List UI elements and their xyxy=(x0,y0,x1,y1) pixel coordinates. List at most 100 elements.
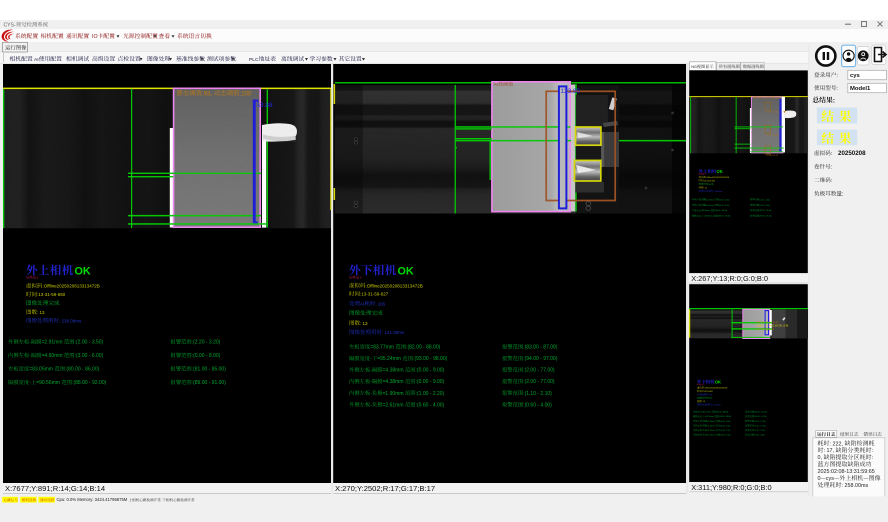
svg-text:=4.60mm: =4.60mm xyxy=(42,353,64,359)
svg-text:2025:02:08-13:31:59:65: 2025:02:08-13:31:59:65 xyxy=(818,469,875,475)
svg-text:=83.77mm: =83.77mm xyxy=(370,345,395,351)
svg-text::(2.00 - 77.00): :(2.00 - 77.00) xyxy=(754,421,766,423)
svg-text:: 13: : 13 xyxy=(702,401,705,403)
svg-text::(80.00 - 86.00): :(80.00 - 86.00) xyxy=(715,210,728,212)
svg-text:: 13: : 13 xyxy=(37,310,45,315)
svg-text:OK: OK xyxy=(717,169,723,174)
svg-text::(0.00 - 9.00): :(0.00 - 9.00) xyxy=(416,368,445,374)
svg-text:cys: cys xyxy=(826,476,834,482)
svg-text::(89.00 - 91.00): :(89.00 - 91.00) xyxy=(192,380,227,386)
svg-text:: 258.00ms: : 258.00ms xyxy=(842,483,869,489)
svg-text::0: :0 xyxy=(703,384,704,386)
svg-text:: 238.00ms: : 238.00ms xyxy=(59,318,82,323)
svg-text:0: 0 xyxy=(818,476,821,482)
svg-text::(0.60 - 4.00): :(0.60 - 4.00) xyxy=(523,402,552,408)
svg-text:: 13: : 13 xyxy=(704,187,707,189)
svg-text:Model1: Model1 xyxy=(850,86,871,92)
svg-text:OK: OK xyxy=(715,379,721,384)
svg-text:12.98 OK:12: 12.98 OK:12 xyxy=(767,155,780,157)
svg-text::(82.00 - 88.00): :(82.00 - 88.00) xyxy=(406,345,441,351)
svg-text:X:311;Y:980;R:0;G:0;B:0: X:311;Y:980;R:0;G:0;B:0 xyxy=(691,483,771,492)
svg-text::Offline2025020813313472B: :Offline2025020813313472B xyxy=(366,283,423,288)
svg-text:=1.90mm: =1.90mm xyxy=(383,391,405,397)
svg-text:OK: OK xyxy=(398,266,414,278)
svg-text::13-31-59-627: :13-31-59-627 xyxy=(360,292,389,297)
svg-text:=83.05mm: =83.05mm xyxy=(701,210,710,212)
svg-text::Offline2025020813313472B: :Offline2025020813313472B xyxy=(704,388,728,390)
svg-text:: 165: : 165 xyxy=(375,301,386,306)
svg-text::(80.00 - 86.00): :(80.00 - 86.00) xyxy=(65,367,100,373)
svg-text::(1.10 - 2.10): :(1.10 - 2.10) xyxy=(523,391,552,397)
svg-text:=83.05mm: =83.05mm xyxy=(29,367,54,373)
svg-text::(1.00 - 2.20): :(1.00 - 2.20) xyxy=(416,391,445,397)
svg-text:=90.56mm: =90.56mm xyxy=(704,216,713,218)
svg-text:AI: AI xyxy=(34,57,39,63)
svg-text::(3.00 - 6.00): :(3.00 - 6.00) xyxy=(719,205,730,207)
svg-text::: : xyxy=(833,97,835,104)
svg-text:: 17,: : 17, xyxy=(824,448,836,454)
svg-text:NG: NG xyxy=(26,275,30,279)
svg-text:=95.24mm: =95.24mm xyxy=(377,356,402,362)
svg-text::(88.00 - 92.00): :(88.00 - 92.00) xyxy=(72,380,107,386)
svg-text::(82.00 - 88.00): :(82.00 - 88.00) xyxy=(716,412,729,414)
svg-text::(2.00 - 77.00): :(2.00 - 77.00) xyxy=(523,379,555,385)
svg-text::(81.00 - 85.00): :(81.00 - 85.00) xyxy=(759,210,772,212)
svg-text:=2.61mm: =2.61mm xyxy=(383,402,405,408)
svg-text::Offline2025020813313472B: :Offline2025020813313472B xyxy=(706,177,730,179)
svg-text::: : xyxy=(872,455,874,461)
svg-text::(94.00 - 97.00): :(94.00 - 97.00) xyxy=(523,356,558,362)
svg-text:0,: 0, xyxy=(818,455,824,461)
svg-text::(0.60 - 4.00): :(0.60 - 4.00) xyxy=(754,435,765,437)
svg-text:CYS-: CYS- xyxy=(4,22,16,28)
svg-text::(1.00 - 2.20): :(1.00 - 2.20) xyxy=(720,430,731,432)
svg-text:=4.38mm: =4.38mm xyxy=(383,379,405,385)
svg-text:=4.38mm: =4.38mm xyxy=(707,421,715,423)
svg-text::(2.00 - 77.00): :(2.00 - 77.00) xyxy=(754,425,766,427)
svg-text:: 13: : 13 xyxy=(360,321,368,326)
svg-text:cys: cys xyxy=(850,73,861,79)
svg-text:IO: IO xyxy=(92,34,97,40)
svg-text::1: :1 xyxy=(705,174,706,176)
svg-text::(2.00 - 3.50): :(2.00 - 3.50) xyxy=(719,199,730,201)
svg-text::(88.00 - 92.00): :(88.00 - 92.00) xyxy=(718,216,731,218)
svg-text::(0.00 - 9.00): :(0.00 - 9.00) xyxy=(416,379,445,385)
svg-text:=2.91mm: =2.91mm xyxy=(706,199,714,201)
svg-text:X:7677;Y:891;R:14;G:14;B:14: X:7677;Y:891;R:14;G:14;B:14 xyxy=(5,484,105,493)
svg-text::(83.00 - 87.00): :(83.00 - 87.00) xyxy=(523,345,558,351)
svg-text:=4.60mm: =4.60mm xyxy=(706,205,714,207)
svg-text::(83.00 - 87.00): :(83.00 - 87.00) xyxy=(754,412,767,414)
svg-text:=4.38mm: =4.38mm xyxy=(383,368,405,374)
svg-text:20250208: 20250208 xyxy=(838,150,866,157)
svg-text::13-31-59-650: :13-31-59-650 xyxy=(37,292,66,297)
svg-text:=2.91mm: =2.91mm xyxy=(42,340,64,346)
svg-text::(93.00 - 98.00): :(93.00 - 98.00) xyxy=(413,356,448,362)
svg-text::(81.00 - 85.00): :(81.00 - 85.00) xyxy=(192,367,227,373)
svg-text::(0.00 - 9.00): :(0.00 - 9.00) xyxy=(720,421,731,423)
svg-text::(2.20 - 3.20): :(2.20 - 3.20) xyxy=(759,199,770,201)
svg-text:AI: AI xyxy=(360,301,364,306)
svg-text::(0.60 - 4.00): :(0.60 - 4.00) xyxy=(720,435,731,437)
svg-text::: : xyxy=(872,448,874,454)
svg-text:=83.77mm: =83.77mm xyxy=(702,412,711,414)
svg-text:=4.38mm: =4.38mm xyxy=(707,425,715,427)
svg-text::(0.00 - 8.00): :(0.00 - 8.00) xyxy=(759,205,770,207)
svg-text::(2.20 - 3.20): :(2.20 - 3.20) xyxy=(192,340,221,346)
svg-text::Offline2025020813313472B: :Offline2025020813313472B xyxy=(43,284,100,289)
svg-text::(0.60 - 4.00): :(0.60 - 4.00) xyxy=(416,402,445,408)
svg-text:PLC: PLC xyxy=(249,57,259,63)
svg-text::13-31-59-650: :13-31-59-650 xyxy=(704,180,715,182)
svg-text:OK: OK xyxy=(75,266,91,278)
svg-text::13-31-59-627: :13-31-59-627 xyxy=(702,391,713,393)
svg-text:: 141.00ms: : 141.00ms xyxy=(712,405,721,407)
svg-text::(94.00 - 97.00): :(94.00 - 97.00) xyxy=(754,416,767,418)
svg-text:: 141.00ms: : 141.00ms xyxy=(382,330,405,335)
svg-text::(2.00 - 3.50): :(2.00 - 3.50) xyxy=(75,340,104,346)
svg-text:X:267;Y:13;R:0;G:0;B:0: X:267;Y:13;R:0;G:0;B:0 xyxy=(691,274,768,283)
svg-text::(1.10 - 2.10): :(1.10 - 2.10) xyxy=(754,430,765,432)
svg-text:NG: NG xyxy=(349,275,353,279)
svg-text:=90.56mm: =90.56mm xyxy=(36,380,61,386)
svg-text::(0.00 - 8.00): :(0.00 - 8.00) xyxy=(192,353,221,359)
svg-text::(0.00 - 9.00): :(0.00 - 9.00) xyxy=(720,425,731,427)
svg-text:=1.90mm: =1.90mm xyxy=(707,430,715,432)
svg-text:X:270;Y:2502;R:17;G:17;B:17: X:270;Y:2502;R:17;G:17;B:17 xyxy=(335,484,435,493)
